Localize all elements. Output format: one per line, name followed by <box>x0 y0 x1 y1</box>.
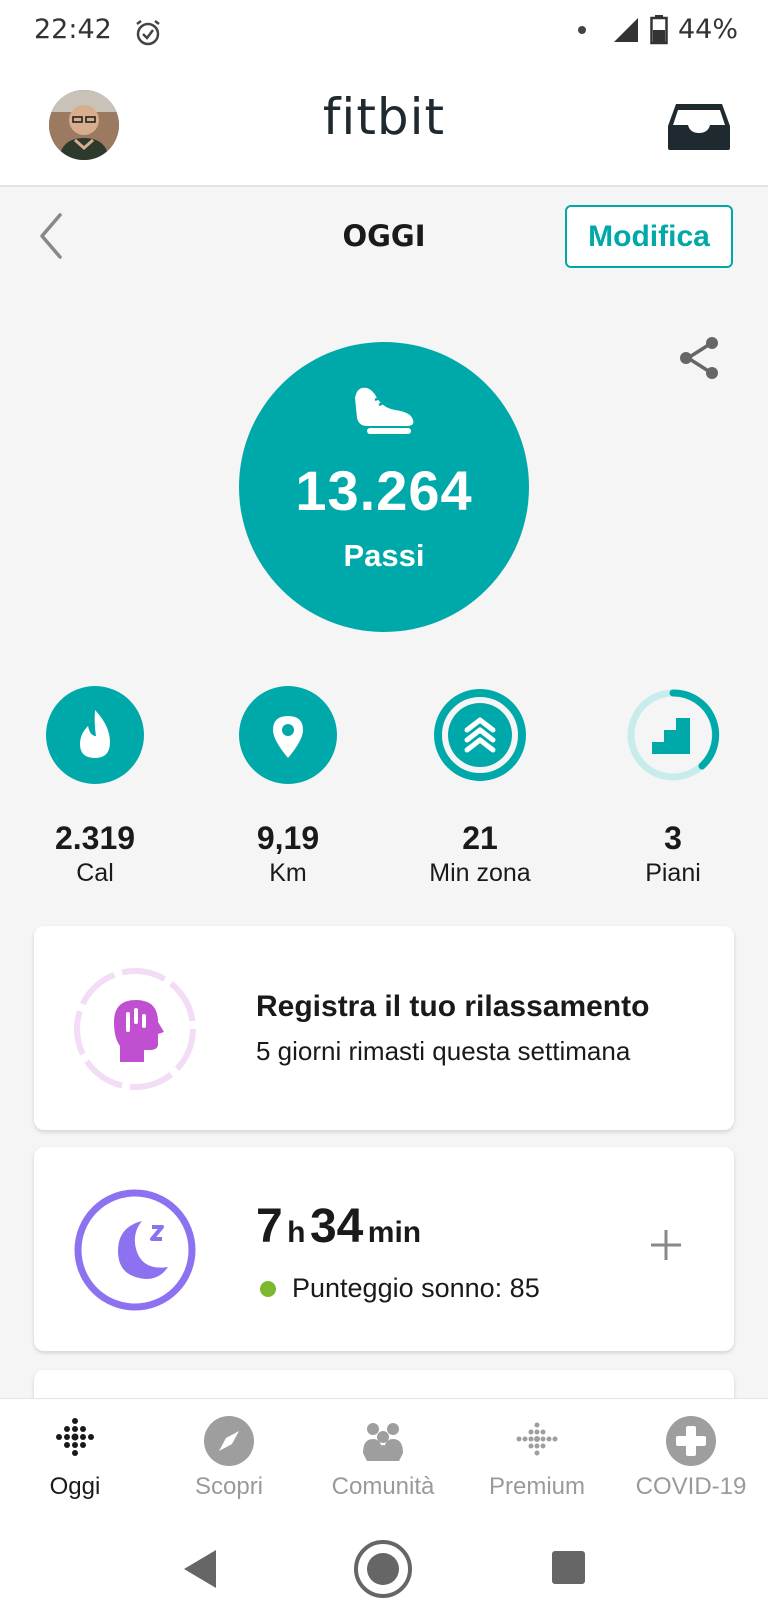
status-indicators: 44% <box>577 14 738 45</box>
metric-zone-minutes[interactable]: 21 Min zona <box>410 686 550 888</box>
steps-value: 13.264 <box>295 459 473 522</box>
signal-icon <box>613 17 638 42</box>
nav-label: Oggi <box>49 1473 101 1500</box>
system-nav-bar <box>0 1516 768 1621</box>
active-zone-icon <box>434 689 526 781</box>
metric-value: 21 <box>462 820 498 856</box>
nav-label: COVID-19 <box>635 1473 747 1500</box>
share-icon[interactable] <box>676 334 724 382</box>
nav-item-comunita[interactable]: Comunità <box>308 1413 458 1501</box>
system-recents-icon[interactable] <box>552 1551 585 1584</box>
nav-item-covid[interactable]: COVID-19 <box>616 1413 766 1501</box>
metric-label: Min zona <box>429 859 531 887</box>
nav-item-oggi[interactable]: Oggi <box>0 1413 150 1501</box>
sleep-hours: 7 <box>256 1200 283 1253</box>
location-pin-icon <box>239 686 337 784</box>
sleep-minutes: 34 <box>309 1200 364 1253</box>
nav-item-scopri[interactable]: Scopri <box>154 1413 304 1501</box>
metric-value: 2.319 <box>54 820 136 856</box>
metric-label: Cal <box>76 859 114 887</box>
bottom-nav: Oggi Scopri Comunità Premium COVID-19 <box>0 1398 768 1516</box>
system-home-icon[interactable] <box>352 1538 414 1600</box>
sleep-minutes-unit: min <box>367 1216 422 1249</box>
battery-percent: 44% <box>677 14 738 45</box>
nav-label: Comunità <box>331 1473 435 1500</box>
metric-value: 3 <box>664 820 682 856</box>
steps-label: Passi <box>343 538 425 573</box>
metric-distance[interactable]: 9,19 Km <box>218 686 358 888</box>
status-bar: 22:42 44% <box>0 0 768 66</box>
compass-icon <box>204 1416 254 1466</box>
relax-title: Registra il tuo rilassamento <box>256 990 650 1023</box>
stairs-icon <box>627 689 720 781</box>
sleep-hours-unit: h <box>287 1216 306 1249</box>
metric-label: Km <box>269 859 307 887</box>
plus-icon[interactable] <box>648 1227 684 1263</box>
mindfulness-head-icon <box>74 968 196 1090</box>
steps-tile[interactable]: 13.264 Passi <box>239 342 529 632</box>
covid-cross-icon <box>666 1416 716 1466</box>
metric-calories[interactable]: 2.319 Cal <box>25 686 165 888</box>
inbox-icon[interactable] <box>666 102 732 152</box>
relax-subtitle: 5 giorni rimasti questa settimana <box>256 1036 631 1066</box>
score-status-dot-icon <box>260 1280 276 1297</box>
notification-dot-icon <box>577 25 586 34</box>
flame-icon <box>46 686 144 784</box>
today-dots-icon <box>56 1418 94 1456</box>
shoe-icon <box>355 387 414 434</box>
system-back-icon[interactable] <box>180 1548 220 1590</box>
nav-item-premium[interactable]: Premium <box>462 1413 612 1501</box>
community-icon <box>363 1423 403 1461</box>
metric-floors[interactable]: 3 Piani <box>603 686 743 888</box>
date-row: OGGI Modifica <box>0 187 768 287</box>
sleep-score-text: Punteggio sonno: 85 <box>292 1273 540 1303</box>
edit-button[interactable]: Modifica <box>565 205 733 268</box>
sleep-moon-icon <box>74 1189 196 1311</box>
premium-dots-icon <box>516 1422 558 1456</box>
nav-label: Premium <box>488 1473 585 1500</box>
metric-label: Piani <box>645 859 701 887</box>
metric-value: 9,19 <box>256 820 320 856</box>
status-time: 22:42 <box>34 14 112 45</box>
battery-icon <box>650 14 668 44</box>
sleep-score: Punteggio sonno: 85 <box>256 1273 540 1304</box>
relax-card[interactable]: Registra il tuo rilassamento 5 giorni ri… <box>34 926 734 1130</box>
sleep-card[interactable]: 7 h 34 min Punteggio sonno: 85 <box>34 1147 734 1351</box>
alarm-icon <box>136 20 160 46</box>
brand-logo: fitbit <box>322 88 446 146</box>
app-header: fitbit <box>0 66 768 187</box>
sleep-duration: 7 h 34 min <box>256 1199 421 1254</box>
nav-label: Scopri <box>194 1473 264 1500</box>
